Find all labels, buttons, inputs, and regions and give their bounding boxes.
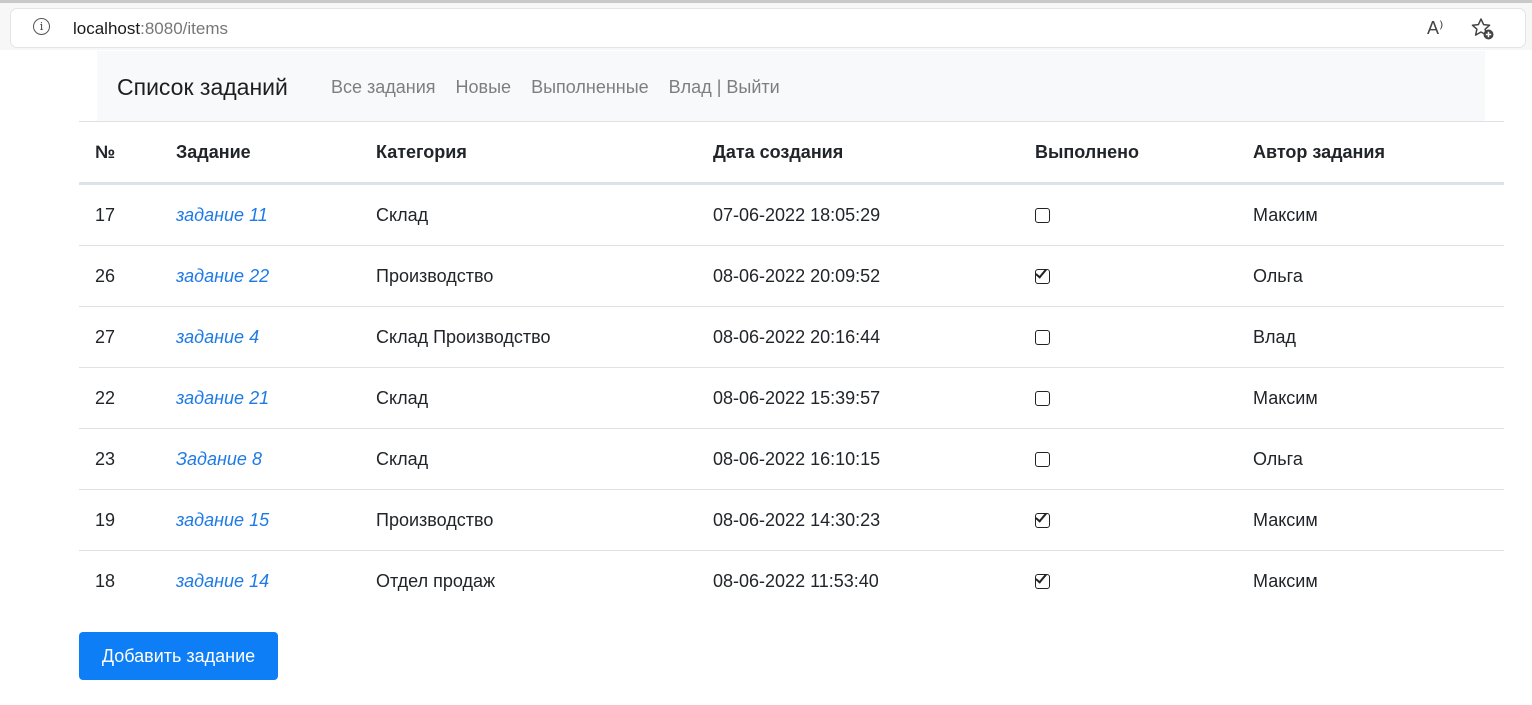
column-header-category: Категория: [360, 121, 697, 185]
cell-task: задание 11: [160, 183, 360, 246]
cell-done: [1019, 367, 1237, 429]
table-row: 19 задание 15 Производство 08-06-2022 14:30…: [79, 489, 1504, 551]
checked-checkbox-icon: [1035, 266, 1050, 285]
checkmark-icon: [1035, 571, 1047, 584]
cell-category: Производство: [360, 489, 697, 551]
cell-task: задание 14: [160, 551, 360, 612]
task-link[interactable]: задание 4: [176, 327, 259, 347]
read-aloud-icon[interactable]: A⁾: [1427, 17, 1443, 39]
browser-toolbar: i localhost:8080/items A⁾: [0, 0, 1532, 50]
cell-done: [1019, 551, 1237, 612]
cell-created: 07-06-2022 18:05:29: [697, 183, 1019, 246]
cell-category: Склад: [360, 428, 697, 490]
cell-done: [1019, 183, 1237, 246]
cell-category: Склад Производство: [360, 306, 697, 368]
column-header-created: Дата создания: [697, 121, 1019, 185]
cell-done: [1019, 245, 1237, 307]
table-body: 17 задание 11 Склад 07-06-2022 18:05:29 Макс…: [79, 183, 1504, 612]
navbar: Список заданий Все задания Новые Выполне…: [97, 51, 1485, 121]
column-header-done: Выполнено: [1019, 121, 1237, 185]
nav-link-all-tasks[interactable]: Все задания: [331, 76, 436, 98]
url-host: localhost: [73, 19, 141, 38]
unchecked-checkbox-icon: [1035, 330, 1050, 346]
cell-author: Максим: [1237, 183, 1504, 246]
favorite-add-icon[interactable]: [1470, 16, 1496, 42]
task-link[interactable]: задание 15: [176, 510, 269, 530]
column-header-number: №: [79, 121, 160, 185]
column-header-task: Задание: [160, 121, 360, 185]
cell-done: [1019, 306, 1237, 368]
cell-author: Максим: [1237, 489, 1504, 551]
cell-author: Влад: [1237, 306, 1504, 368]
table-row: 18 задание 14 Отдел продаж 08-06-2022 11:53…: [79, 551, 1504, 612]
cell-task: Задание 8: [160, 428, 360, 490]
checkmark-icon: [1035, 510, 1047, 523]
cell-author: Ольга: [1237, 245, 1504, 307]
task-link[interactable]: задание 11: [176, 205, 268, 225]
column-header-author: Автор задания: [1237, 121, 1504, 185]
task-link[interactable]: задание 14: [176, 571, 269, 591]
table-row: 23 Задание 8 Склад 08-06-2022 16:10:15 Ольга: [79, 428, 1504, 490]
nav-link-new[interactable]: Новые: [456, 76, 512, 98]
cell-done: [1019, 428, 1237, 490]
cell-created: 08-06-2022 20:16:44: [697, 306, 1019, 368]
tasks-table: № Задание Категория Дата создания Выполн…: [79, 121, 1504, 611]
address-bar[interactable]: i localhost:8080/items A⁾: [11, 9, 1525, 47]
info-icon[interactable]: i: [33, 18, 50, 35]
table-row: 26 задание 22 Производство 08-06-2022 20:09…: [79, 245, 1504, 307]
cell-number: 22: [79, 367, 160, 429]
table-row: 27 задание 4 Склад Производство 08-06-2022 …: [79, 306, 1504, 368]
cell-category: Производство: [360, 245, 697, 307]
cell-task: задание 15: [160, 489, 360, 551]
task-link[interactable]: задание 22: [176, 266, 269, 286]
cell-created: 08-06-2022 15:39:57: [697, 367, 1019, 429]
cell-task: задание 4: [160, 306, 360, 368]
cell-author: Максим: [1253, 570, 1318, 591]
task-link[interactable]: Задание 8: [176, 449, 262, 469]
unchecked-checkbox-icon: [1035, 452, 1050, 468]
nav-link-user-logout[interactable]: Влад | Выйти: [669, 76, 780, 98]
cell-task: задание 22: [160, 245, 360, 307]
cell-author: Ольга: [1237, 428, 1504, 490]
cell-task: задание 21: [160, 367, 360, 429]
unchecked-checkbox-icon: [1035, 208, 1050, 224]
cell-number: 23: [79, 428, 160, 490]
url-path: :8080/items: [140, 19, 228, 38]
navbar-brand[interactable]: Список заданий: [117, 73, 288, 101]
cell-created: 08-06-2022 11:53:40: [713, 570, 879, 591]
nav-links: Все задания Новые Выполненные Влад | Вый…: [331, 76, 780, 98]
unchecked-checkbox-icon: [1035, 391, 1050, 407]
cell-number: 26: [79, 245, 160, 307]
cell-number: 27: [79, 306, 160, 368]
cell-category: Склад: [360, 183, 697, 246]
table-header-row: № Задание Категория Дата создания Выполн…: [79, 121, 1504, 185]
table-row: 17 задание 11 Склад 07-06-2022 18:05:29 Макс…: [79, 183, 1504, 246]
checked-checkbox-icon: [1035, 510, 1050, 529]
cell-category: Склад: [360, 367, 697, 429]
add-task-button[interactable]: Добавить задание: [79, 632, 278, 680]
cell-created: 08-06-2022 20:09:52: [697, 245, 1019, 307]
cell-author: Максим: [1237, 367, 1504, 429]
cell-created: 08-06-2022 16:10:15: [697, 428, 1019, 490]
url-text[interactable]: localhost:8080/items: [73, 18, 228, 40]
cell-number: 19: [79, 489, 160, 551]
cell-created: 08-06-2022 14:30:23: [697, 489, 1019, 551]
checked-checkbox-icon: [1035, 571, 1050, 590]
task-link[interactable]: задание 21: [176, 388, 269, 408]
nav-link-completed[interactable]: Выполненные: [531, 76, 649, 98]
checkmark-icon: [1035, 266, 1047, 279]
cell-number: 17: [79, 183, 160, 246]
cell-done: [1019, 489, 1237, 551]
cell-number: 18: [95, 570, 116, 591]
table-row: 22 задание 21 Склад 08-06-2022 15:39:57 Макс…: [79, 367, 1504, 429]
cell-category: Отдел продаж: [376, 570, 495, 591]
